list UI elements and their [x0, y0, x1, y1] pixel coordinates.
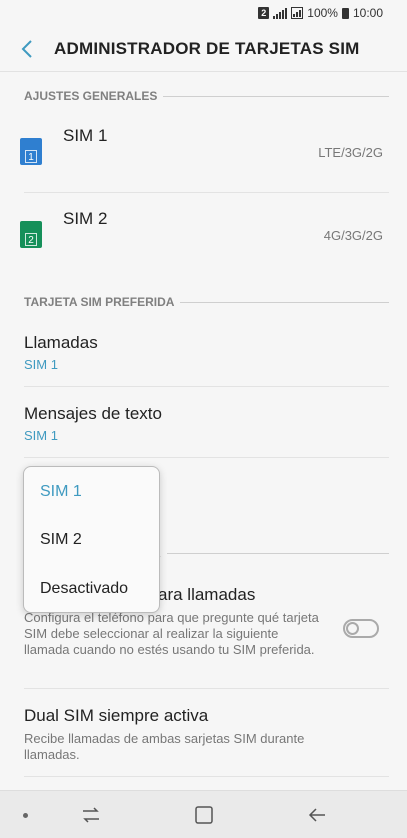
section-hidden: A: [152, 546, 389, 560]
nav-bar: [0, 790, 407, 838]
recent-apps-icon[interactable]: [80, 805, 102, 825]
back-button[interactable]: [16, 38, 38, 60]
dual-sim-title: Dual SIM siempre activa: [24, 706, 209, 725]
divider: [24, 688, 389, 689]
divider: [24, 776, 389, 777]
back-icon[interactable]: [306, 805, 328, 825]
status-bar: 2 100% 10:00: [0, 0, 407, 26]
calls-value: SIM 1: [24, 357, 58, 372]
section-general: AJUSTES GENERALES: [24, 89, 389, 103]
signal-2-icon: [291, 7, 304, 19]
section-preferred-title: TARJETA SIM PREFERIDA: [24, 295, 175, 309]
sim-badge-icon: 2: [258, 7, 270, 19]
sim-card-icon: 1: [20, 138, 42, 165]
sim-2-tech: 4G/3G/2G: [323, 228, 383, 243]
back-arrow-icon: [21, 39, 32, 58]
sim-card-icon: 2: [20, 221, 42, 248]
sim-2-name: SIM 2: [63, 209, 108, 228]
sim-1-tech: LTE/3G/2G: [318, 145, 383, 160]
battery-level: 100%: [307, 6, 338, 20]
calls-title: Llamadas: [24, 333, 98, 352]
toggle-knob: [346, 622, 359, 635]
confirm-sim-description: Configura el teléfono para que pregunte …: [24, 610, 319, 657]
popup-option-sim1[interactable]: SIM 1: [40, 483, 82, 501]
texts-value: SIM 1: [24, 428, 58, 443]
page-title: ADMINISTRADOR DE TARJETAS SIM: [54, 38, 360, 58]
home-icon[interactable]: [193, 805, 215, 825]
divider: [0, 71, 407, 72]
confirm-sim-title: ara llamadas: [158, 585, 256, 604]
section-preferred: TARJETA SIM PREFERIDA: [24, 295, 389, 309]
confirm-sim-toggle[interactable]: [343, 619, 379, 638]
section-general-title: AJUSTES GENERALES: [24, 89, 158, 103]
popup-option-sim2[interactable]: SIM 2: [40, 531, 82, 549]
sim-2-row[interactable]: 2 SIM 2 4G/3G/2G: [0, 193, 407, 275]
popup-option-off[interactable]: Desactivado: [40, 580, 128, 598]
dual-sim-description: Recibe llamadas de ambas sarjetas SIM du…: [24, 731, 305, 762]
app-bar: ADMINISTRADOR DE TARJETAS SIM: [0, 26, 407, 71]
sim-1-name: SIM 1: [63, 126, 108, 145]
signal-icon: [273, 7, 288, 19]
divider: [24, 386, 389, 387]
battery-icon: [341, 7, 349, 19]
texts-title: Mensajes de texto: [24, 404, 162, 423]
divider: [24, 457, 389, 458]
dot-icon[interactable]: [23, 813, 28, 818]
clock: 10:00: [352, 6, 383, 20]
sim-select-popup: SIM 1 SIM 2 Desactivado: [23, 466, 160, 613]
sim-1-row[interactable]: 1 SIM 1 LTE/3G/2G: [0, 110, 407, 192]
